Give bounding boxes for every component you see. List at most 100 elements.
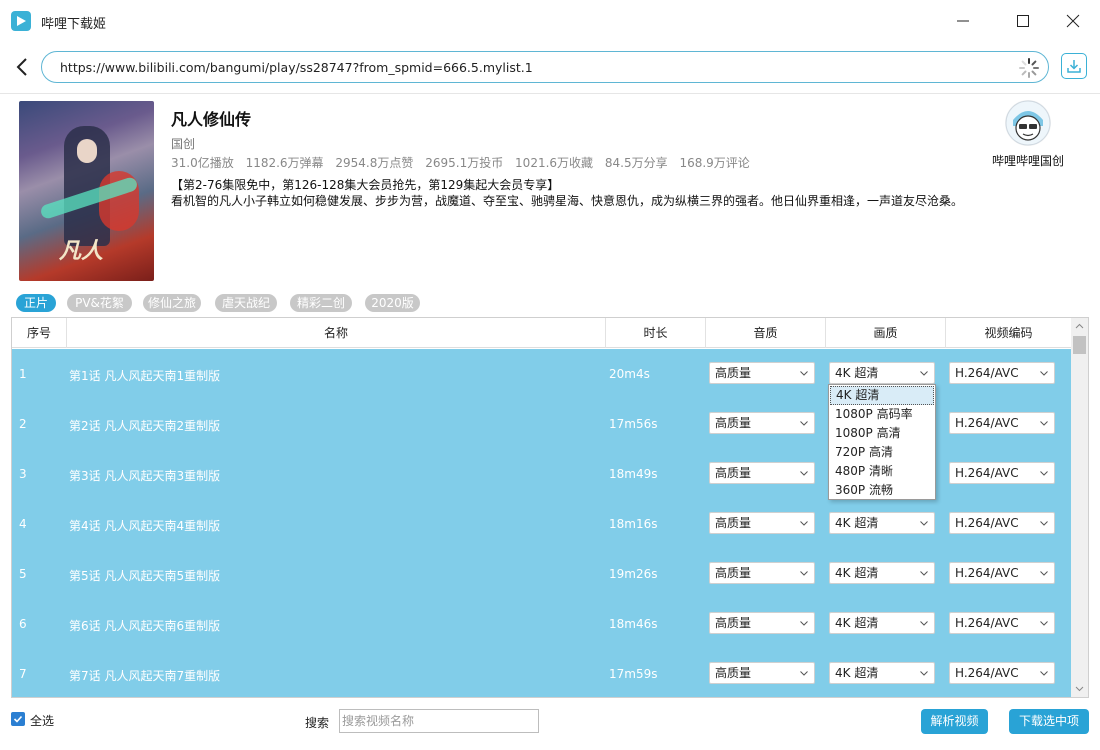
row-duration: 17m56s [609,417,658,431]
video-codec-value: H.264/AVC [955,616,1019,630]
row-name: 第3话 凡人风起天南3重制版 [69,469,221,483]
header-quality[interactable]: 画质 [826,318,946,348]
row-duration: 17m59s [609,667,658,681]
video-quality-value: 4K 超清 [835,666,879,680]
select-all-label[interactable]: 全选 [30,712,54,729]
episode-table: 序号 名称 时长 音质 画质 视频编码 1 第1话 凡人风起天南1重制版 20m4s… [11,317,1089,698]
video-quality-value: 4K 超清 [835,366,879,380]
back-button[interactable] [12,56,34,78]
quality-option[interactable]: 480P 清晰 [830,462,934,481]
chevron-down-icon [1040,671,1048,676]
video-codec-select[interactable]: H.264/AVC [949,562,1055,584]
tab-nuetian[interactable]: 虐天战纪 [215,294,277,312]
audio-quality-select[interactable]: 高质量 [709,612,815,634]
video-quality-select[interactable]: 4K 超清 [829,562,935,584]
audio-quality-select[interactable]: 高质量 [709,412,815,434]
header-audio[interactable]: 音质 [706,318,826,348]
header-name[interactable]: 名称 [67,318,606,348]
quality-option[interactable]: 1080P 高清 [830,424,934,443]
avatar[interactable] [1005,100,1051,146]
video-codec-select[interactable]: H.264/AVC [949,362,1055,384]
audio-quality-select[interactable]: 高质量 [709,562,815,584]
row-duration: 19m26s [609,567,658,581]
chevron-down-icon [800,571,808,576]
video-quality-select[interactable]: 4K 超清 [829,662,935,684]
video-codec-select[interactable]: H.264/AVC [949,612,1055,634]
header-index[interactable]: 序号 [12,318,67,348]
stat-views: 31.0亿播放 [171,156,234,170]
uploader[interactable]: 哔哩哔哩国创 [985,100,1075,170]
row-duration: 18m16s [609,517,658,531]
audio-quality-value: 高质量 [715,466,752,480]
url-text[interactable]: https://www.bilibili.com/bangumi/play/ss… [60,60,533,75]
tab-2020[interactable]: 2020版 [365,294,420,312]
close-button[interactable] [1050,0,1096,42]
audio-quality-value: 高质量 [715,666,752,680]
header-codec[interactable]: 视频编码 [946,318,1071,348]
download-selected-button[interactable]: 下载选中项 [1009,709,1089,734]
video-stats: 31.0亿播放 1182.6万弹幕 2954.8万点赞 2695.1万投币 10… [171,154,758,171]
video-codec-select[interactable]: H.264/AVC [949,512,1055,534]
video-quality-value: 4K 超清 [835,616,879,630]
download-list-button[interactable] [1061,53,1087,79]
table-header: 序号 名称 时长 音质 画质 视频编码 [12,318,1071,348]
audio-quality-select[interactable]: 高质量 [709,362,815,384]
quality-option[interactable]: 1080P 高码率 [830,405,934,424]
select-all-checkbox[interactable] [11,712,25,726]
row-name: 第4话 凡人风起天南4重制版 [69,519,221,533]
row-duration: 18m46s [609,617,658,631]
url-field[interactable]: https://www.bilibili.com/bangumi/play/ss… [41,51,1049,83]
scroll-thumb[interactable] [1073,336,1086,354]
tab-fanart[interactable]: 精彩二创 [290,294,352,312]
audio-quality-value: 高质量 [715,516,752,530]
video-quality-value: 4K 超清 [835,516,879,530]
row-index: 3 [19,467,27,481]
row-index: 5 [19,567,27,581]
header-duration[interactable]: 时长 [606,318,706,348]
stat-danmaku: 1182.6万弹幕 [245,156,324,170]
vertical-scrollbar[interactable] [1071,318,1088,697]
search-input[interactable] [339,709,539,733]
parse-video-button[interactable]: 解析视频 [921,709,988,734]
chevron-down-icon [1075,686,1084,692]
video-codec-select[interactable]: H.264/AVC [949,412,1055,434]
video-quality-select[interactable]: 4K 超清 [829,362,935,384]
title-bar: 哔哩下载姬 [0,0,1100,42]
scroll-down-button[interactable] [1071,680,1088,697]
tab-xiuxian[interactable]: 修仙之旅 [143,294,201,312]
audio-quality-select[interactable]: 高质量 [709,662,815,684]
uploader-name[interactable]: 哔哩哔哩国创 [985,152,1071,169]
chevron-down-icon [1040,521,1048,526]
row-duration: 20m4s [609,367,650,381]
table-row[interactable]: 5 第5话 凡人风起天南5重制版 19m26s 高质量 4K 超清 H.264/AVC [12,549,1071,599]
audio-quality-select[interactable]: 高质量 [709,462,815,484]
app-title: 哔哩下载姬 [41,17,107,32]
chevron-down-icon [920,621,928,626]
video-codec-select[interactable]: H.264/AVC [949,662,1055,684]
chevron-down-icon [1040,471,1048,476]
maximize-button[interactable] [1000,0,1046,42]
table-row[interactable]: 7 第7话 凡人风起天南7重制版 17m59s 高质量 4K 超清 H.264/AVC [12,649,1071,697]
quality-option[interactable]: 720P 高清 [830,443,934,462]
tab-main[interactable]: 正片 [16,294,56,312]
chevron-down-icon [920,371,928,376]
tab-pv[interactable]: PV&花絮 [67,294,132,312]
video-description: 看机智的凡人小子韩立如何稳健发展、步步为营，战魔道、夺至宝、驰骋星海、快意恩仇，… [171,194,964,208]
stat-coins: 2695.1万投币 [425,156,504,170]
minimize-button[interactable] [940,0,986,42]
chevron-down-icon [800,621,808,626]
scroll-up-button[interactable] [1071,318,1088,335]
table-row[interactable]: 4 第4话 凡人风起天南4重制版 18m16s 高质量 4K 超清 H.264/AVC [12,499,1071,549]
app-logo-icon [11,11,31,31]
quality-option[interactable]: 4K 超清 [830,386,934,405]
video-quality-select[interactable]: 4K 超清 [829,612,935,634]
video-codec-select[interactable]: H.264/AVC [949,462,1055,484]
audio-quality-select[interactable]: 高质量 [709,512,815,534]
quality-option[interactable]: 360P 流畅 [830,481,934,500]
stat-likes: 2954.8万点赞 [335,156,414,170]
chevron-down-icon [1040,421,1048,426]
address-row: https://www.bilibili.com/bangumi/play/ss… [0,42,1100,92]
episode-badge: 【第2-76集限免中，第126-128集大会员抢先，第129集起大会员专享】 [171,178,560,192]
table-row[interactable]: 6 第6话 凡人风起天南6重制版 18m46s 高质量 4K 超清 H.264/AVC [12,599,1071,649]
video-quality-select[interactable]: 4K 超清 [829,512,935,534]
